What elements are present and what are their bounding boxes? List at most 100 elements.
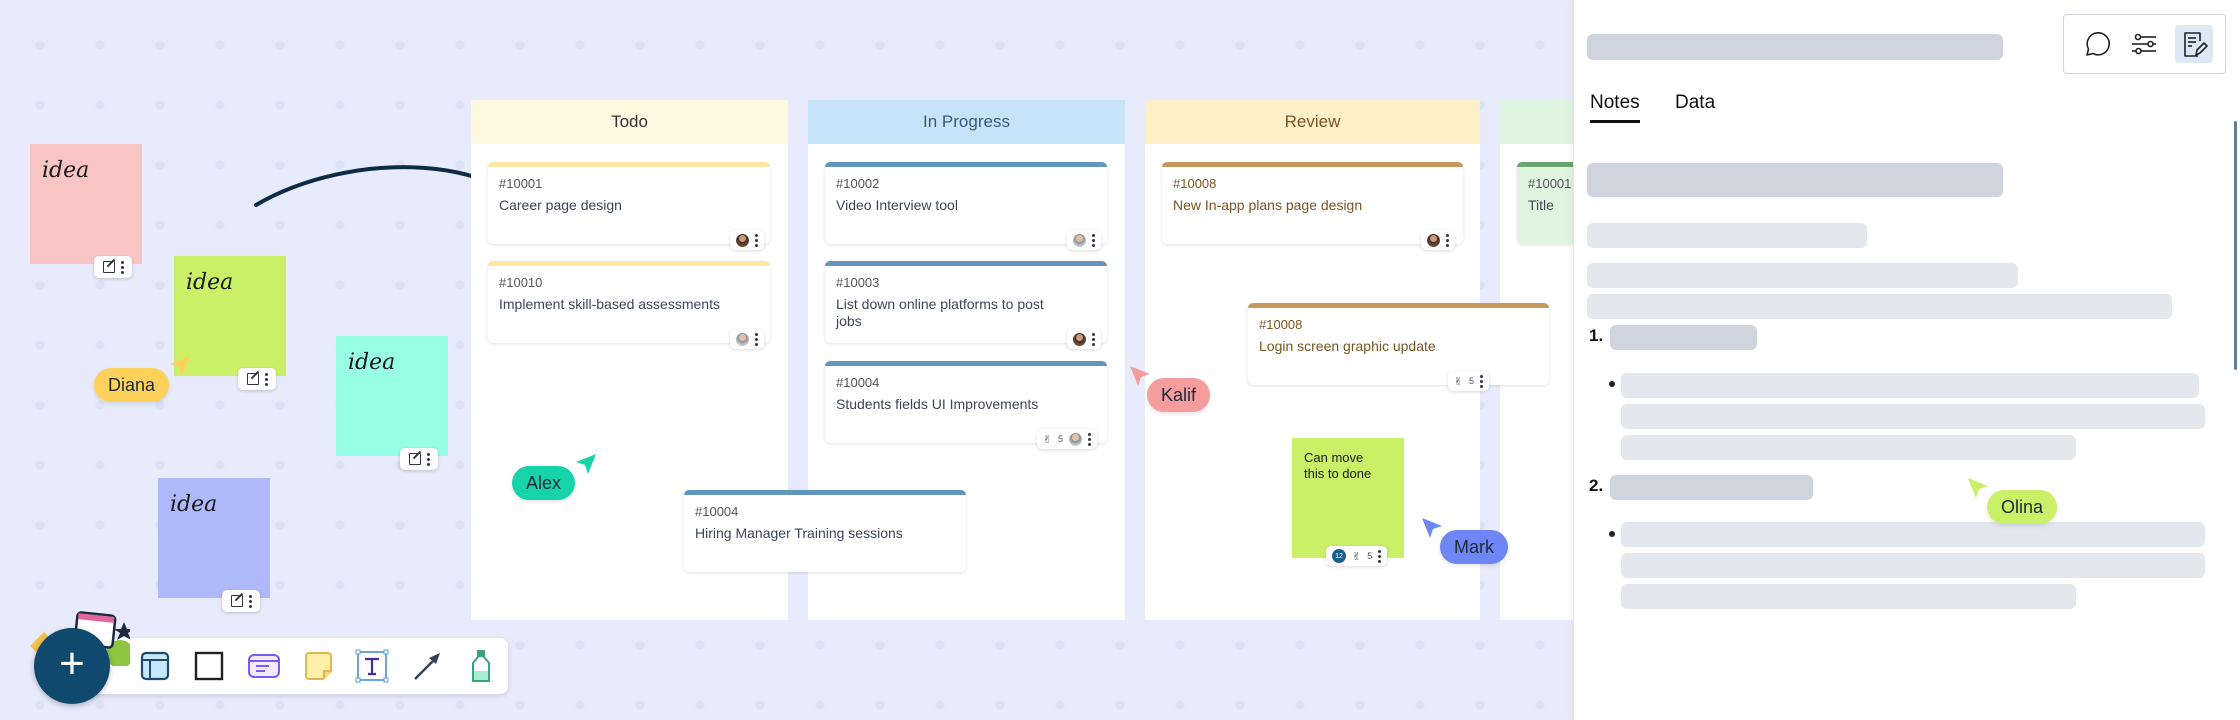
card-tool-button[interactable] bbox=[237, 644, 291, 688]
more-options-icon[interactable] bbox=[1092, 233, 1095, 247]
cursor-arrow-alex bbox=[576, 454, 596, 474]
sticky-note[interactable]: idea bbox=[30, 144, 142, 264]
task-title: Login screen graphic update bbox=[1259, 338, 1436, 354]
sticky-note-tool-button[interactable] bbox=[291, 644, 345, 688]
settings-button[interactable] bbox=[2125, 25, 2163, 63]
frame-tool-button[interactable] bbox=[128, 644, 182, 688]
marker-tool-button[interactable] bbox=[454, 644, 508, 688]
assignee-avatar[interactable] bbox=[1427, 233, 1440, 247]
card-tools[interactable]: ✌ 5 bbox=[1447, 371, 1489, 391]
sticky-note-tools[interactable] bbox=[400, 448, 438, 470]
task-title: New In-app plans page design bbox=[1173, 197, 1363, 213]
column-header[interactable]: In Progress bbox=[808, 100, 1125, 144]
card-tools[interactable] bbox=[730, 329, 764, 349]
task-card[interactable]: #10002 Video Interview tool bbox=[825, 162, 1107, 250]
assignee-avatar[interactable] bbox=[736, 233, 749, 247]
tab-data[interactable]: Data bbox=[1675, 92, 1715, 120]
sticky-note-text: idea bbox=[42, 158, 90, 183]
task-title: Hiring Manager Training sessions bbox=[695, 525, 903, 541]
more-options-icon[interactable] bbox=[248, 594, 252, 608]
assignee-avatar[interactable] bbox=[1069, 432, 1082, 446]
cursor-label-diana: Diana bbox=[94, 368, 170, 402]
cursor-label-alex: Alex bbox=[512, 466, 576, 500]
card-tools[interactable] bbox=[1421, 230, 1455, 250]
sticky-note[interactable]: idea bbox=[158, 478, 270, 598]
sticky-note-icon bbox=[304, 652, 332, 680]
rectangle-icon bbox=[195, 651, 224, 681]
rectangle-tool-button[interactable] bbox=[182, 644, 236, 688]
more-options-icon[interactable] bbox=[1480, 374, 1483, 388]
victory-hand-reaction-icon[interactable]: ✌ bbox=[1352, 550, 1361, 563]
tab-notes[interactable]: Notes bbox=[1590, 92, 1640, 123]
text-line-placeholder bbox=[1587, 294, 2172, 319]
cursor-label-mark: Mark bbox=[1440, 530, 1508, 564]
panel-scrollbar[interactable] bbox=[2234, 121, 2237, 370]
list-marker: 1. bbox=[1589, 326, 1604, 345]
comments-button[interactable] bbox=[2076, 25, 2114, 63]
arrow-icon bbox=[413, 653, 440, 680]
sticky-note[interactable]: idea bbox=[336, 336, 448, 456]
task-id: #10003 bbox=[836, 275, 880, 290]
dragged-task-card[interactable]: #10004 Hiring Manager Training sessions bbox=[684, 490, 966, 572]
comment-icon bbox=[2086, 32, 2110, 56]
column-header[interactable]: Review bbox=[1145, 100, 1480, 144]
more-options-icon[interactable] bbox=[755, 233, 758, 247]
edit-icon[interactable] bbox=[230, 595, 243, 607]
edit-icon[interactable] bbox=[408, 453, 421, 465]
sticky-note-tools[interactable] bbox=[94, 256, 132, 278]
card-tools[interactable] bbox=[1067, 329, 1101, 349]
victory-hand-reaction-icon[interactable]: ✌ bbox=[1043, 433, 1052, 446]
comment-sticky-note[interactable]: Can move this to done bbox=[1292, 438, 1404, 558]
text-icon bbox=[355, 649, 389, 683]
text-line-placeholder bbox=[1621, 404, 2205, 429]
task-title: Implement skill-based assessments bbox=[499, 296, 720, 312]
task-title: Students fields UI Improvements bbox=[836, 396, 1039, 412]
sticky-note-text: idea bbox=[170, 492, 218, 517]
add-button[interactable]: + bbox=[34, 628, 110, 704]
sticky-note-text: Can move this to done bbox=[1304, 450, 1372, 481]
task-card[interactable]: #10010 Implement skill-based assessments bbox=[488, 261, 770, 349]
sliders-icon bbox=[2132, 33, 2157, 55]
more-options-icon[interactable] bbox=[1088, 432, 1091, 446]
sticky-note-tools[interactable]: 12 ✌ 5 bbox=[1326, 546, 1388, 566]
column-title: In Progress bbox=[923, 112, 1010, 131]
arrow-tool-button[interactable] bbox=[399, 644, 453, 688]
more-options-icon[interactable] bbox=[755, 332, 758, 346]
panel-icon-bar bbox=[2063, 14, 2226, 74]
task-card[interactable]: #10003 List down online platforms to pos… bbox=[825, 261, 1107, 349]
more-options-icon[interactable] bbox=[1446, 233, 1449, 247]
column-header[interactable] bbox=[1500, 100, 1573, 144]
task-id: #10008 bbox=[1173, 176, 1217, 191]
card-tools[interactable] bbox=[730, 230, 764, 250]
more-options-icon[interactable] bbox=[120, 260, 124, 274]
more-options-icon[interactable] bbox=[264, 372, 268, 386]
task-card[interactable]: #10008 New In-app plans page design bbox=[1162, 162, 1463, 250]
text-line-placeholder bbox=[1621, 584, 2076, 609]
assignee-avatar[interactable] bbox=[1073, 332, 1086, 346]
task-card[interactable]: #10004 Students fields UI Improvements ✌… bbox=[825, 361, 1107, 449]
column-header[interactable]: Todo bbox=[471, 100, 788, 144]
text-tool-button[interactable] bbox=[345, 644, 399, 688]
task-card[interactable]: #10001 Career page design bbox=[488, 162, 770, 250]
reaction-count: 5 bbox=[1057, 434, 1063, 444]
card-tools[interactable] bbox=[1067, 230, 1101, 250]
more-options-icon[interactable] bbox=[426, 452, 430, 466]
assignee-avatar[interactable] bbox=[736, 332, 749, 346]
more-options-icon[interactable] bbox=[1378, 549, 1382, 563]
column-title: Todo bbox=[611, 112, 648, 131]
notes-button[interactable] bbox=[2175, 25, 2214, 63]
comment-count-badge[interactable]: 12 bbox=[1332, 549, 1346, 563]
edit-icon[interactable] bbox=[102, 261, 115, 273]
cursor-label-kalif: Kalif bbox=[1147, 378, 1211, 412]
more-options-icon[interactable] bbox=[1092, 332, 1095, 346]
victory-hand-reaction-icon[interactable]: ✌ bbox=[1454, 375, 1463, 388]
notes-edit-icon bbox=[2184, 32, 2208, 57]
edit-icon[interactable] bbox=[246, 373, 259, 385]
dragged-task-card[interactable]: #10008 Login screen graphic update ✌ 5 bbox=[1248, 303, 1549, 391]
task-id: #10002 bbox=[836, 176, 880, 191]
assignee-avatar[interactable] bbox=[1073, 233, 1086, 247]
sticky-note-tools[interactable] bbox=[222, 590, 260, 612]
sticky-note-tools[interactable] bbox=[238, 368, 276, 390]
text-line-placeholder bbox=[1621, 373, 2199, 398]
card-tools[interactable]: ✌ 5 bbox=[1036, 429, 1097, 449]
